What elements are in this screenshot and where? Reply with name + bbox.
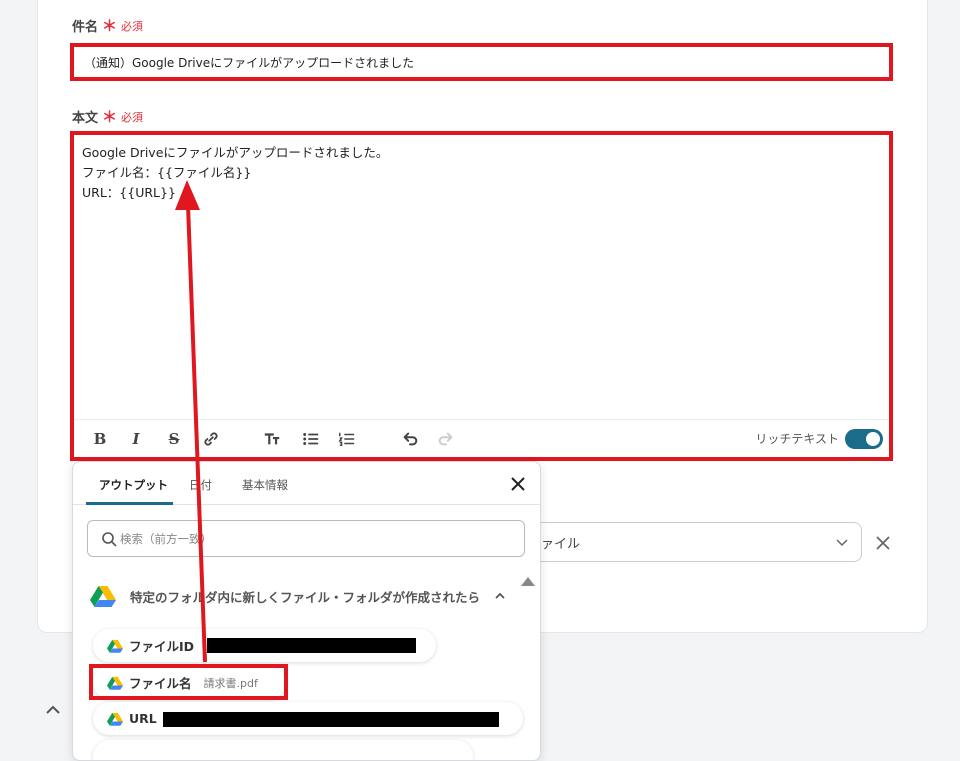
- strikethrough-icon[interactable]: S: [164, 429, 184, 449]
- body-line: URL：{{URL}}: [82, 185, 176, 200]
- editor-toolbar: B I S リッチテキスト: [74, 419, 889, 457]
- subject-label-row: 件名 ＊ 必須: [72, 15, 143, 36]
- link-icon[interactable]: [201, 429, 221, 449]
- body-line: ファイル名：{{ファイル名}}: [82, 165, 252, 180]
- required-mark: ＊: [102, 108, 118, 126]
- chevron-up-icon[interactable]: [43, 700, 63, 720]
- close-icon[interactable]: [874, 534, 892, 552]
- required-text: 必須: [121, 110, 144, 124]
- section-title: 特定のフォルダ内に新しくファイル・フォルダが作成されたら: [130, 589, 481, 605]
- redo-icon[interactable]: [436, 429, 456, 449]
- rich-text-label: リッチテキスト: [755, 432, 839, 446]
- search-input[interactable]: 検索（前方一致）: [87, 520, 525, 557]
- redacted-value: [207, 638, 416, 653]
- item-label: URL: [129, 711, 157, 726]
- google-drive-icon: [90, 586, 116, 607]
- search-icon: [102, 532, 117, 547]
- close-icon[interactable]: [510, 476, 526, 492]
- subject-value: （通知）Google Driveにファイルがアップロードされました: [84, 55, 415, 70]
- body-label: 本文: [72, 111, 99, 126]
- body-text[interactable]: Google Driveにファイルがアップロードされました。 ファイル名：{{フ…: [82, 143, 388, 203]
- redacted-value: [163, 712, 499, 727]
- google-drive-icon: [107, 712, 123, 726]
- highlight-box: [89, 664, 288, 700]
- scroll-up-icon[interactable]: [521, 577, 535, 586]
- item-label: ファイルID: [129, 639, 195, 654]
- active-tab-indicator: [86, 502, 173, 505]
- chevron-down-icon: [836, 539, 848, 547]
- tab-output[interactable]: アウトプット: [99, 477, 168, 493]
- search-placeholder: 検索（前方一致）: [120, 531, 212, 546]
- required-text: 必須: [121, 19, 144, 33]
- italic-icon[interactable]: I: [126, 429, 146, 449]
- text-size-icon[interactable]: [262, 429, 282, 449]
- subject-label: 件名: [72, 20, 99, 35]
- output-popover: アウトプット 日付 基本情報 検索（前方一致） 特定のフォルダ内に新しくファイル…: [72, 461, 541, 761]
- numbered-list-icon[interactable]: [337, 429, 357, 449]
- undo-icon[interactable]: [400, 429, 420, 449]
- select-field[interactable]: ァイル: [520, 522, 862, 562]
- bold-icon[interactable]: B: [90, 429, 110, 449]
- body-label-row: 本文 ＊ 必須: [72, 106, 143, 127]
- trigger-section-header[interactable]: 特定のフォルダ内に新しくファイル・フォルダが作成されたら: [90, 585, 506, 607]
- select-value: ァイル: [541, 536, 581, 552]
- chevron-up-icon[interactable]: [494, 590, 506, 602]
- subject-input[interactable]: （通知）Google Driveにファイルがアップロードされました: [70, 43, 893, 81]
- body-editor[interactable]: Google Driveにファイルがアップロードされました。 ファイル名：{{フ…: [70, 131, 893, 461]
- bullet-list-icon[interactable]: [301, 429, 321, 449]
- tab-basic-info[interactable]: 基本情報: [242, 477, 288, 493]
- tab-date[interactable]: 日付: [189, 477, 212, 493]
- body-line: Google Driveにファイルがアップロードされました。: [82, 145, 389, 160]
- google-drive-icon: [107, 639, 123, 653]
- required-mark: ＊: [102, 17, 118, 35]
- popover-tabs: アウトプット 日付 基本情報: [73, 462, 540, 505]
- rich-text-toggle[interactable]: [845, 429, 883, 449]
